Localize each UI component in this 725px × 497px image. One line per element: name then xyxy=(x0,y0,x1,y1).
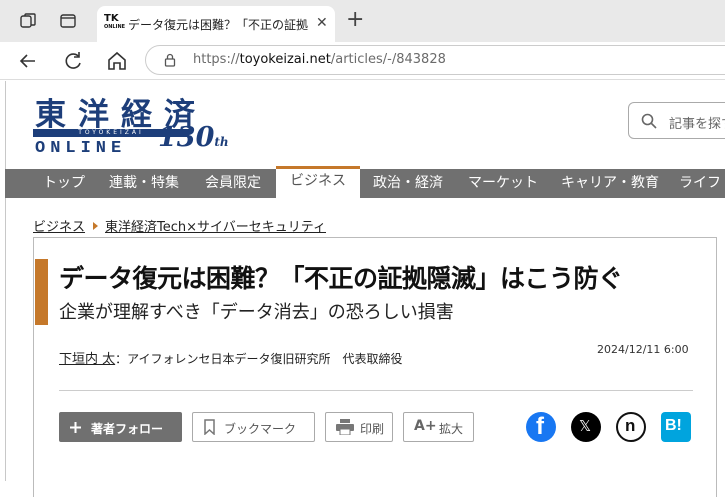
workspaces-icon[interactable] xyxy=(19,12,37,30)
nav-top[interactable]: トップ xyxy=(43,169,85,198)
global-nav: トップ 連載・特集 会員限定 ビジネス 政治・経済 マーケット キャリア・教育 … xyxy=(5,166,725,198)
divider xyxy=(59,390,693,391)
active-tab[interactable]: TKONLINE データ復元は困難？「不正の証拠隠滅」 ✕ xyxy=(97,6,335,42)
breadcrumb: ビジネス 東洋経済Tech×サイバーセキュリティ xyxy=(33,216,326,235)
breadcrumb-arrow-icon xyxy=(93,222,99,230)
site-search-input[interactable]: 記事を探す xyxy=(628,102,725,139)
tab-title: データ復元は困難？「不正の証拠隠滅」 xyxy=(128,18,308,32)
browser-toolbar: https://toyokeizai.net/articles/-/843828 xyxy=(0,42,725,80)
back-icon[interactable] xyxy=(17,50,39,72)
browser-tab-bar: TKONLINE データ復元は困難？「不正の証拠隠滅」 ✕ + xyxy=(0,0,725,42)
web-page: 東洋経済 TOYOKEIZAI ONLINE 130th 記事を探す トップ 連… xyxy=(0,81,725,497)
facebook-icon: f xyxy=(536,413,544,440)
nav-members[interactable]: 会員限定 xyxy=(205,169,261,198)
author-role: ：アイフォレンセ日本データ復旧研究所 代表取締役 xyxy=(115,352,403,366)
hatena-icon: B! xyxy=(665,417,682,434)
article-header: データ復元は困難？「不正の証拠隠滅」はこう防ぐ 企業が理解すべき「データ消去」の… xyxy=(33,237,717,497)
nav-life[interactable]: ライフ xyxy=(679,169,721,198)
site-logo[interactable]: 東洋経済 TOYOKEIZAI ONLINE 130th xyxy=(33,89,233,159)
follow-author-button[interactable]: 著者フォロー xyxy=(59,412,182,442)
site-favicon: TK ONLINE xyxy=(104,13,126,31)
new-tab-button[interactable]: + xyxy=(346,9,364,31)
breadcrumb-business[interactable]: ビジネス xyxy=(33,220,85,235)
bookmark-icon xyxy=(204,419,215,435)
address-bar[interactable]: https://toyokeizai.net/articles/-/843828 xyxy=(145,45,725,75)
hatena-bookmark-button[interactable]: B! xyxy=(661,412,691,442)
article-title: データ復元は困難？「不正の証拠隠滅」はこう防ぐ xyxy=(59,264,623,293)
text-size-icon: A+ xyxy=(414,418,437,434)
lock-icon[interactable] xyxy=(163,53,177,67)
nav-series[interactable]: 連載・特集 xyxy=(109,169,179,198)
reload-icon[interactable] xyxy=(62,50,84,72)
title-accent-bar xyxy=(35,259,48,325)
nav-career-education[interactable]: キャリア・教育 xyxy=(561,169,659,198)
breadcrumb-series[interactable]: 東洋経済Tech×サイバーセキュリティ xyxy=(105,220,326,235)
print-button[interactable]: 印刷 xyxy=(325,412,393,442)
note-icon: n xyxy=(625,416,636,435)
home-icon[interactable] xyxy=(106,50,128,72)
plus-icon xyxy=(70,422,81,433)
search-placeholder: 記事を探す xyxy=(669,117,725,132)
close-tab-icon[interactable]: ✕ xyxy=(316,15,328,31)
search-icon xyxy=(641,113,657,129)
url-text[interactable]: https://toyokeizai.net/articles/-/843828 xyxy=(193,52,446,67)
tab-actions-icon[interactable] xyxy=(59,12,77,30)
author-line: 下垣内 太：アイフォレンセ日本データ復旧研究所 代表取締役 xyxy=(59,348,403,367)
nav-politics-economy[interactable]: 政治・経済 xyxy=(373,169,443,198)
facebook-share-button[interactable]: f xyxy=(526,412,556,442)
x-icon: 𝕏 xyxy=(579,417,592,435)
zoom-text-button[interactable]: A+ 拡大 xyxy=(403,412,474,442)
nav-market[interactable]: マーケット xyxy=(468,169,538,198)
article-subtitle: 企業が理解すべき「データ消去」の恐ろしい損害 xyxy=(59,302,454,323)
logo-online: ONLINE xyxy=(35,139,127,158)
bookmark-button[interactable]: ブックマーク xyxy=(192,412,315,442)
page-edge-divider xyxy=(5,81,6,481)
x-share-button[interactable]: 𝕏 xyxy=(571,412,601,442)
note-share-button[interactable]: n xyxy=(616,412,646,442)
logo-anniversary: 130th xyxy=(158,122,229,153)
nav-business[interactable]: ビジネス xyxy=(276,166,360,198)
publish-date: 2024/12/11 6:00 xyxy=(597,343,689,356)
printer-icon xyxy=(336,419,354,435)
author-name-link[interactable]: 下垣内 太 xyxy=(59,352,115,367)
